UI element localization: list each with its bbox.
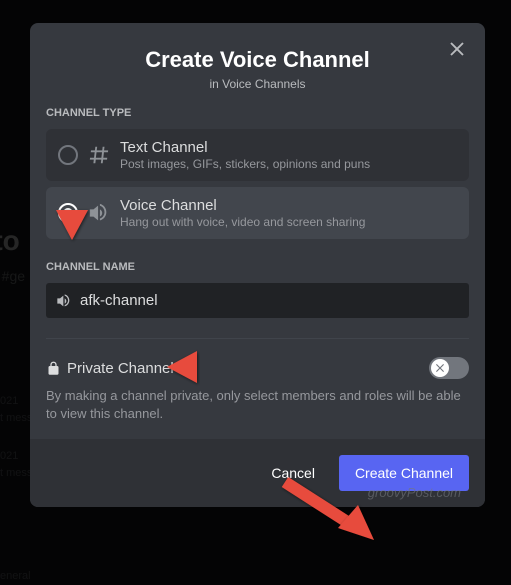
type-title: Voice Channel [120,197,457,214]
modal-subtitle: in Voice Channels [46,77,469,91]
private-description: By making a channel private, only select… [46,387,469,423]
cancel-button[interactable]: Cancel [255,457,331,489]
close-icon [447,39,467,59]
divider [46,338,469,339]
close-button[interactable] [445,37,469,61]
hash-icon [88,144,110,166]
watermark: groovyPost.com [368,485,461,500]
channel-name-input-wrap[interactable] [46,283,469,318]
toggle-knob [431,359,449,377]
speaker-icon [56,293,72,309]
channel-type-text[interactable]: Text Channel Post images, GIFs, stickers… [46,129,469,181]
modal-header: Create Voice Channel in Voice Channels [30,23,485,107]
type-text-wrap: Text Channel Post images, GIFs, stickers… [120,139,457,171]
radio-text-channel[interactable] [58,145,78,165]
channel-type-group: Text Channel Post images, GIFs, stickers… [46,129,469,239]
lock-icon [46,361,61,376]
channel-name-label: CHANNEL NAME [46,261,469,273]
type-title: Text Channel [120,139,457,156]
channel-type-voice[interactable]: Voice Channel Hang out with voice, video… [46,187,469,239]
channel-type-label: CHANNEL TYPE [46,107,469,119]
radio-voice-channel[interactable] [58,203,78,223]
private-label-wrap: Private Channel [46,360,174,377]
channel-name-input[interactable] [80,292,459,309]
speaker-icon [88,202,110,224]
modal-title: Create Voice Channel [46,47,469,73]
create-channel-modal: Create Voice Channel in Voice Channels C… [30,23,485,507]
modal-body: CHANNEL TYPE Text Channel Post images, G… [30,107,485,439]
private-toggle[interactable] [429,357,469,379]
private-channel-row: Private Channel [46,357,469,379]
type-desc: Post images, GIFs, stickers, opinions an… [120,157,457,171]
type-desc: Hang out with voice, video and screen sh… [120,215,457,229]
private-label: Private Channel [67,360,174,377]
type-text-wrap: Voice Channel Hang out with voice, video… [120,197,457,229]
